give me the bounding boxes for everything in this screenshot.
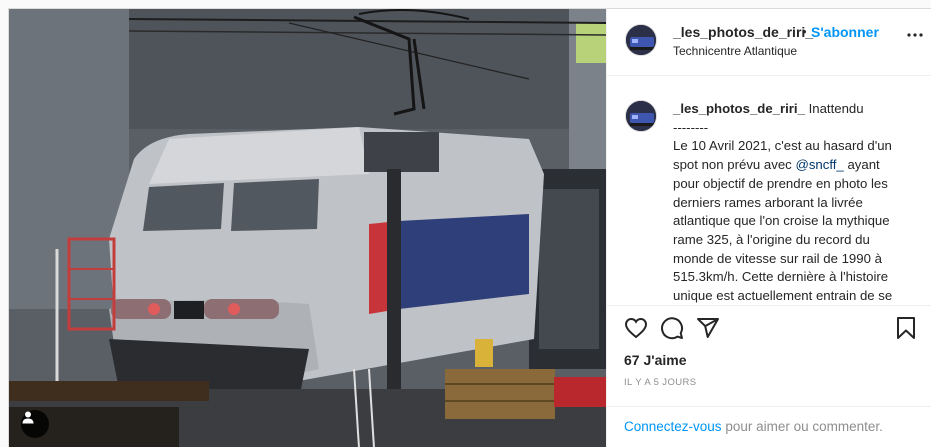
login-prompt-text: pour aimer ou commenter. [721, 419, 883, 434]
bookmark-icon[interactable] [894, 316, 918, 340]
share-paper-plane-icon[interactable] [696, 316, 720, 340]
caption-line: derniers rames arborant la livrée [673, 194, 863, 210]
caption-line: ayant [843, 157, 880, 173]
caption-line: 515.3km/h. Cette dernière à l'histoire [673, 269, 889, 285]
caption-username[interactable]: _les_photos_de_riri_ [673, 101, 805, 116]
user-tag-button[interactable] [21, 410, 49, 438]
avatar-image [626, 101, 656, 131]
train-photo-illustration [9, 9, 606, 447]
caption-line: atlantique que l'on croise la mythique [673, 213, 890, 229]
caption-avatar[interactable] [625, 100, 657, 132]
avatar-image [626, 25, 656, 55]
post-timestamp: IL Y A 5 JOURS [624, 377, 697, 388]
header-username[interactable]: _les_photos_de_riri_ [673, 24, 813, 40]
user-tag-icon [22, 411, 34, 424]
caption-area: _les_photos_de_riri_ Inattendu -------- … [607, 76, 931, 305]
caption-line: Inattendu [804, 101, 864, 116]
caption-text: _les_photos_de_riri_ Inattendu -------- … [673, 100, 916, 305]
caption-line: unique est actuellement entrain de se [673, 288, 893, 304]
separator-dot: • [802, 24, 807, 39]
location-link[interactable]: Technicentre Atlantique [673, 44, 797, 58]
caption-line: pour objectif de prendre en photo les [673, 175, 888, 191]
caption-line: -------- [673, 119, 709, 135]
caption-line: Le 10 Avril 2021, c'est au hasard d'un [673, 138, 892, 154]
post-photo[interactable] [9, 9, 606, 447]
heart-icon[interactable] [624, 316, 648, 340]
caption-line: spot non prévu avec [673, 157, 796, 173]
caption-line: rame 325, à l'origine du record du [673, 231, 870, 247]
post-frame: _les_photos_de_riri_ • S'abonner Technic… [8, 8, 931, 447]
mention-link[interactable]: @sncff_ [795, 157, 843, 172]
action-bar [607, 305, 931, 350]
login-prompt: Connectez-vous pour aimer ou commenter. [607, 406, 931, 447]
more-horizontal-icon[interactable] [907, 33, 923, 37]
caption-line: monde de vitesse sur rail de 1990 à [673, 250, 882, 266]
login-link[interactable]: Connectez-vous [624, 419, 722, 434]
comment-icon[interactable] [660, 316, 684, 340]
avatar[interactable] [625, 24, 657, 56]
follow-button[interactable]: S'abonner [811, 24, 879, 40]
post-header: _les_photos_de_riri_ • S'abonner Technic… [607, 9, 931, 76]
post-side-panel: _les_photos_de_riri_ • S'abonner Technic… [606, 9, 931, 447]
likes-count[interactable]: 67 J'aime [624, 352, 687, 368]
